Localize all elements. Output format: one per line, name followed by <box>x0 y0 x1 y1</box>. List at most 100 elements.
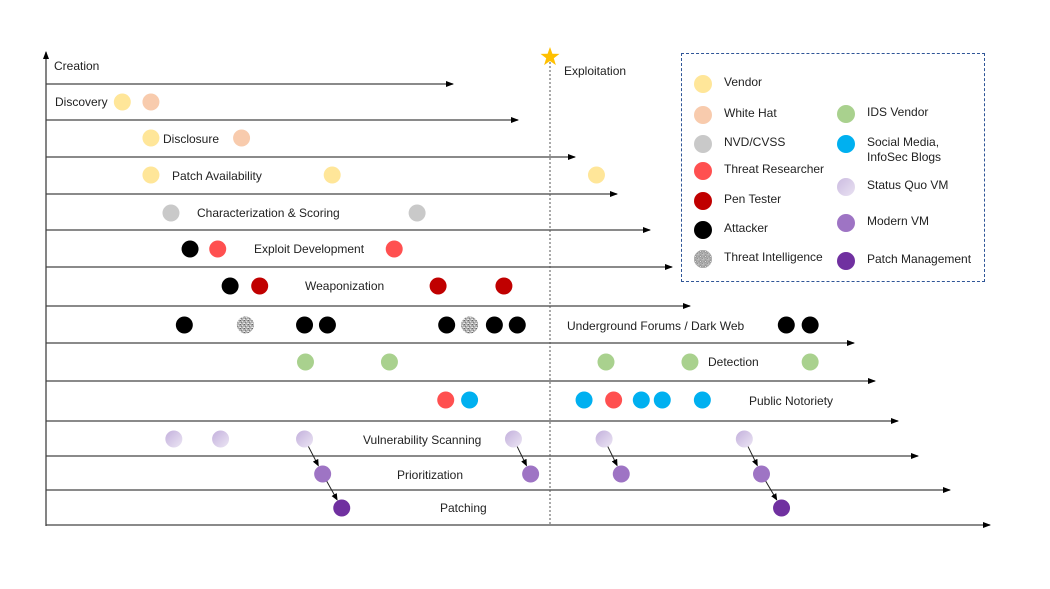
legend-label: IDS Vendor <box>867 105 929 119</box>
legend-label: Vendor <box>724 75 763 89</box>
event-dot-idsvendor <box>597 353 615 371</box>
legend-swatch-icon <box>694 162 712 180</box>
event-dot-nvd <box>162 204 180 222</box>
event-dot-statusquo <box>296 430 314 448</box>
legend-swatch-icon <box>837 214 855 232</box>
legend-swatch-icon <box>694 192 712 210</box>
event-dot-modernvm <box>612 465 630 483</box>
flow-arrow <box>515 444 527 467</box>
legend-item-statusquo: Status Quo VM <box>837 178 948 196</box>
event-dot-attacker <box>801 316 819 334</box>
legend-item-social: Social Media, InfoSec Blogs <box>837 135 941 165</box>
legend-swatch-icon <box>694 106 712 124</box>
event-dot-idsvendor <box>296 353 314 371</box>
event-dot-patchmgmt <box>773 499 791 517</box>
event-dot-threatintel <box>236 316 254 334</box>
legend-item-patchmgmt: Patch Management <box>837 252 971 270</box>
legend-item-pentester: Pen Tester <box>694 192 781 210</box>
event-dot-attacker <box>175 316 193 334</box>
stage-label: Prioritization <box>397 468 463 482</box>
legend-item-whitehat: White Hat <box>694 106 777 124</box>
legend-label: Modern VM <box>867 214 930 228</box>
legend-item-nvd: NVD/CVSS <box>694 135 785 153</box>
event-dot-vendor <box>142 129 160 147</box>
legend-label: Pen Tester <box>724 192 782 206</box>
event-dot-threatresearcher <box>605 391 623 409</box>
stage-label: Creation <box>54 59 99 73</box>
event-dot-attacker <box>318 316 336 334</box>
event-dot-attacker <box>296 316 314 334</box>
flow-arrow <box>746 444 758 467</box>
event-dot-statusquo <box>212 430 230 448</box>
event-dot-attacker <box>777 316 795 334</box>
legend-item-vendor: Vendor <box>694 75 762 93</box>
event-dot-statusquo <box>165 430 183 448</box>
event-dot-attacker <box>508 316 526 334</box>
event-dot-attacker <box>181 240 199 258</box>
event-dot-vendor <box>142 166 160 184</box>
stage-label: Patching <box>440 501 487 515</box>
event-dot-social <box>461 391 479 409</box>
legend-label: White Hat <box>724 106 777 120</box>
event-dot-attacker <box>485 316 503 334</box>
event-dot-modernvm <box>314 465 332 483</box>
event-dot-idsvendor <box>380 353 398 371</box>
flow-arrow <box>307 444 319 467</box>
event-dot-statusquo <box>595 430 613 448</box>
event-dot-statusquo <box>504 430 522 448</box>
event-dot-pentester <box>495 277 513 295</box>
stage-label: Weaponization <box>305 279 384 293</box>
legend: Vendor White Hat NVD/CVSS Threat Researcher… <box>681 53 985 282</box>
event-dot-pentester <box>429 277 447 295</box>
legend-swatch-icon <box>837 178 855 196</box>
legend-swatch-icon <box>694 221 712 239</box>
event-dot-idsvendor <box>681 353 699 371</box>
event-dot-threatintel <box>461 316 479 334</box>
stage-label: Detection <box>708 355 759 369</box>
event-dot-modernvm <box>522 465 540 483</box>
event-dot-social <box>575 391 593 409</box>
event-dot-threatresearcher <box>385 240 403 258</box>
legend-swatch-icon <box>837 252 855 270</box>
event-dot-vendor <box>113 93 131 111</box>
legend-label: Status Quo VM <box>867 178 949 192</box>
legend-swatch-icon <box>837 135 855 153</box>
event-dot-nvd <box>408 204 426 222</box>
event-dot-social <box>653 391 671 409</box>
legend-swatch-icon <box>694 75 712 93</box>
event-dot-modernvm <box>753 465 770 483</box>
event-dot-social <box>693 391 711 409</box>
exploitation-label: Exploitation <box>564 64 626 78</box>
legend-item-modernvm: Modern VM <box>837 214 929 232</box>
legend-item-attacker: Attacker <box>694 221 768 239</box>
legend-item-threatresearcher: Threat Researcher <box>694 162 824 180</box>
legend-item-idsvendor: IDS Vendor <box>837 105 928 123</box>
event-dot-whitehat <box>233 129 251 147</box>
stage-label: Public Notoriety <box>749 394 833 408</box>
stage-label: Disclosure <box>163 132 219 146</box>
stage-label: Underground Forums / Dark Web <box>567 319 745 333</box>
stage-label: Exploit Development <box>254 242 365 256</box>
legend-item-threatintel: Threat Intelligence <box>694 250 823 268</box>
event-dot-vendor <box>587 166 605 184</box>
event-dot-patchmgmt <box>333 499 351 517</box>
legend-swatch-icon <box>694 250 712 268</box>
event-dot-attacker <box>221 277 239 295</box>
event-dot-threatresearcher <box>437 391 455 409</box>
stage-label: Patch Availability <box>172 169 262 183</box>
event-dot-vendor <box>323 166 341 184</box>
stage-label: Vulnerability Scanning <box>363 433 481 447</box>
legend-label: Threat Researcher <box>724 162 825 176</box>
event-dot-idsvendor <box>801 353 819 371</box>
event-dot-social <box>632 391 650 409</box>
legend-label: Patch Management <box>867 252 972 266</box>
event-dot-attacker <box>438 316 456 334</box>
legend-label: NVD/CVSS <box>724 135 786 149</box>
legend-label: Social Media, InfoSec Blogs <box>867 135 942 164</box>
legend-swatch-icon <box>837 105 855 123</box>
legend-label: Threat Intelligence <box>724 250 823 264</box>
stage-label: Discovery <box>55 95 108 109</box>
flow-arrow <box>606 444 618 467</box>
event-dot-pentester <box>251 277 269 295</box>
event-dot-threatresearcher <box>209 240 227 258</box>
